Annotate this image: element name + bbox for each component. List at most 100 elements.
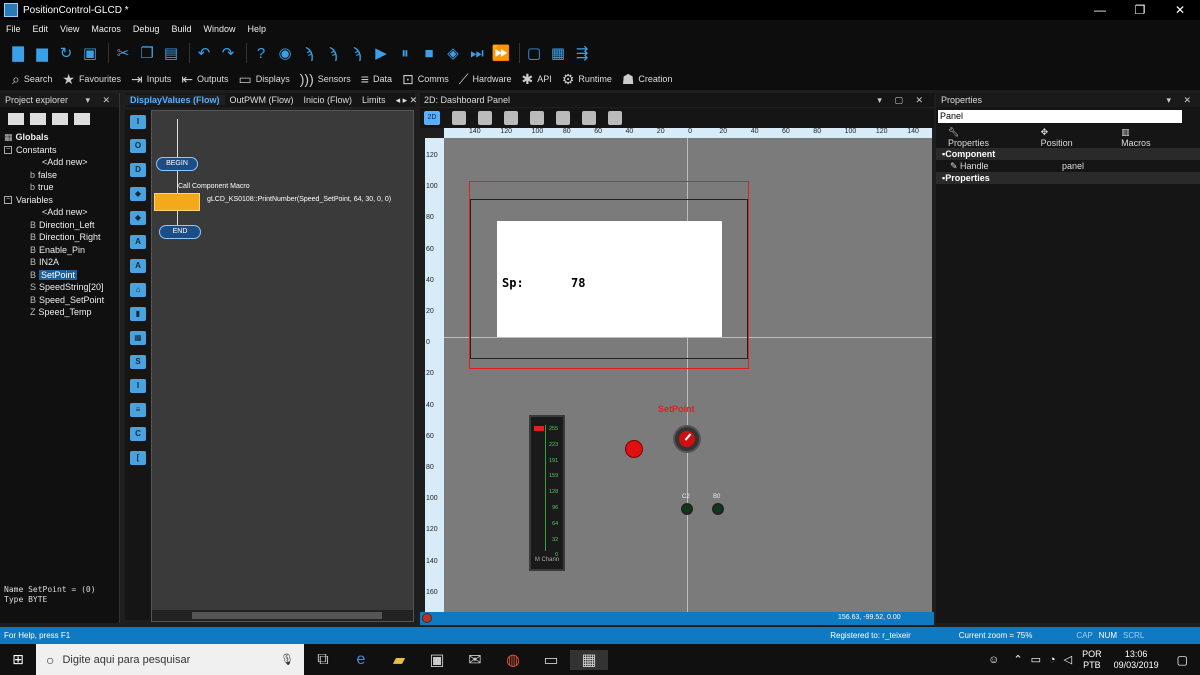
- file-explorer-icon[interactable]: ▰: [380, 650, 418, 670]
- search-button[interactable]: ⌕ Search: [12, 71, 52, 88]
- remote-desktop-icon[interactable]: ▭: [532, 650, 570, 670]
- dashboard-canvas[interactable]: Sp: 78 255 223 191 159 128 96 64 32 0 M …: [444, 138, 932, 612]
- pause-icon[interactable]: ⏸: [395, 43, 415, 63]
- led-c2[interactable]: [681, 503, 693, 515]
- step-icon[interactable]: ⏭: [467, 43, 487, 63]
- delay-command-icon[interactable]: D: [130, 163, 146, 177]
- macro-command-icon[interactable]: ▮: [130, 307, 146, 321]
- language-indicator[interactable]: POR PTB: [1082, 649, 1102, 671]
- tree-item[interactable]: B Speed_SetPoint: [4, 294, 119, 307]
- menu-file[interactable]: File: [6, 24, 21, 34]
- wifi-icon[interactable]: ◔: [1049, 654, 1056, 666]
- menu-help[interactable]: Help: [247, 24, 266, 34]
- tree-item-selected[interactable]: B SetPoint: [4, 269, 119, 282]
- mode-2d-button[interactable]: 2D: [424, 111, 440, 125]
- menu-window[interactable]: Window: [203, 24, 235, 34]
- tab-limits[interactable]: Limits: [357, 95, 391, 105]
- horizontal-scrollbar[interactable]: [152, 610, 413, 621]
- cut-icon[interactable]: ✂: [113, 43, 133, 63]
- string-command-icon[interactable]: ≡: [130, 403, 146, 417]
- undo-icon[interactable]: ↶: [194, 43, 214, 63]
- group-component[interactable]: ▪ Component: [936, 148, 1200, 160]
- tray-up-icon[interactable]: ⌃: [1013, 653, 1022, 666]
- red-led[interactable]: [625, 440, 643, 458]
- chip-icon[interactable]: ▦: [548, 43, 568, 63]
- flag-icon[interactable]: [8, 113, 24, 125]
- panel-icon[interactable]: [74, 113, 90, 125]
- component-macro-block[interactable]: [154, 193, 200, 211]
- microphone-icon[interactable]: 🎙︎: [280, 653, 294, 666]
- setpoint-knob[interactable]: [673, 425, 701, 453]
- save-icon[interactable]: ▣: [80, 43, 100, 63]
- ppp2-icon[interactable]: ϡ: [323, 43, 343, 63]
- tab-displayvalues[interactable]: DisplayValues (Flow): [125, 95, 225, 105]
- pane-buttons[interactable]: ▾ ✕: [85, 95, 115, 106]
- windows-start-icon[interactable]: ⊞: [0, 651, 36, 668]
- data-button[interactable]: ≡ Data: [361, 71, 392, 87]
- variable-icon[interactable]: [30, 113, 46, 125]
- tab-properties[interactable]: 🔧︎ Properties: [948, 127, 1027, 148]
- wrench-icon[interactable]: [608, 111, 622, 125]
- tree-item[interactable]: B Direction_Left: [4, 219, 119, 232]
- taskbar-search[interactable]: ○ Digite aqui para pesquisar 🎙︎: [36, 644, 304, 675]
- code-icon[interactable]: ▢: [524, 43, 544, 63]
- loop-command-icon[interactable]: ⌂: [130, 283, 146, 297]
- volume-icon[interactable]: ◁: [1064, 653, 1072, 666]
- tree-globals[interactable]: ▦ Globals: [4, 131, 119, 144]
- led-b0[interactable]: [712, 503, 724, 515]
- tree-item[interactable]: b true: [4, 181, 119, 194]
- menu-macros[interactable]: Macros: [91, 24, 121, 34]
- c-code-command-icon[interactable]: C: [130, 427, 146, 441]
- menu-view[interactable]: View: [60, 24, 79, 34]
- connection-command-icon[interactable]: A: [130, 259, 146, 273]
- network-icon[interactable]: ▭: [1031, 653, 1041, 666]
- creation-button[interactable]: ☗ Creation: [622, 71, 673, 88]
- api-button[interactable]: ✱ API: [522, 71, 552, 88]
- import-icon[interactable]: [556, 111, 570, 125]
- decision-command-icon[interactable]: ◆: [130, 187, 146, 201]
- tree-variables[interactable]: − Variables: [4, 194, 119, 207]
- fast-forward-icon[interactable]: ⏩: [491, 43, 511, 63]
- group-properties[interactable]: ▪ Properties: [936, 172, 1200, 184]
- chrome-icon[interactable]: ◍: [494, 650, 532, 670]
- tree-item[interactable]: <Add new>: [4, 206, 119, 219]
- runtime-button[interactable]: ⚙ Runtime: [562, 71, 612, 88]
- tab-macros[interactable]: ▥ Macros: [1121, 127, 1186, 148]
- paste-icon[interactable]: ▤: [161, 43, 181, 63]
- tree-item[interactable]: B Direction_Right: [4, 231, 119, 244]
- tab-outpwm[interactable]: OutPWM (Flow): [225, 95, 299, 105]
- notification-icon[interactable]: ▢: [1177, 653, 1188, 667]
- output-command-icon[interactable]: O: [130, 139, 146, 153]
- displays-button[interactable]: ▭ Displays: [239, 71, 290, 88]
- task-view-icon[interactable]: ⧉: [304, 651, 342, 669]
- tab-inicio[interactable]: Inicio (Flow): [299, 95, 358, 105]
- minimize-button[interactable]: —: [1080, 3, 1120, 17]
- calc-command-icon[interactable]: A: [130, 235, 146, 249]
- collapse-icon[interactable]: −: [4, 145, 12, 154]
- warning-icon[interactable]: [422, 613, 432, 623]
- outputs-button[interactable]: ⇤ Outputs: [181, 71, 228, 88]
- pointer-icon[interactable]: [452, 111, 466, 125]
- property-handle[interactable]: ✎ Handle panel: [936, 160, 1200, 172]
- store-icon[interactable]: ▣: [418, 650, 456, 670]
- tree-constants[interactable]: − Constants: [4, 144, 119, 157]
- favourites-button[interactable]: ★ Favourites: [62, 71, 121, 88]
- properties-search[interactable]: Panel: [938, 110, 1182, 123]
- maximize-button[interactable]: ❐: [1120, 3, 1160, 17]
- sphere-icon[interactable]: [504, 111, 518, 125]
- tree-item[interactable]: B Enable_Pin: [4, 244, 119, 257]
- tab-scroll-icon[interactable]: ◂ ▸ ✕: [391, 95, 423, 106]
- switch-command-icon[interactable]: ◆: [130, 211, 146, 225]
- zoom-icon[interactable]: [530, 111, 544, 125]
- component-macro-icon[interactable]: ▦: [130, 331, 146, 345]
- tree-item[interactable]: B IN2A: [4, 256, 119, 269]
- stop-icon[interactable]: ■: [419, 43, 439, 63]
- begin-block[interactable]: BEGIN: [156, 157, 198, 171]
- open-folder-icon[interactable]: ▆: [32, 43, 52, 63]
- people-icon[interactable]: ☺: [988, 654, 999, 666]
- bar-meter[interactable]: 255 223 191 159 128 96 64 32 0 M Chann: [529, 415, 565, 571]
- simulation-icon[interactable]: ◈: [443, 43, 463, 63]
- clock[interactable]: 13:06 09/03/2019: [1114, 649, 1159, 671]
- compile-icon[interactable]: ⇶: [572, 43, 592, 63]
- interrupt-command-icon[interactable]: I: [130, 379, 146, 393]
